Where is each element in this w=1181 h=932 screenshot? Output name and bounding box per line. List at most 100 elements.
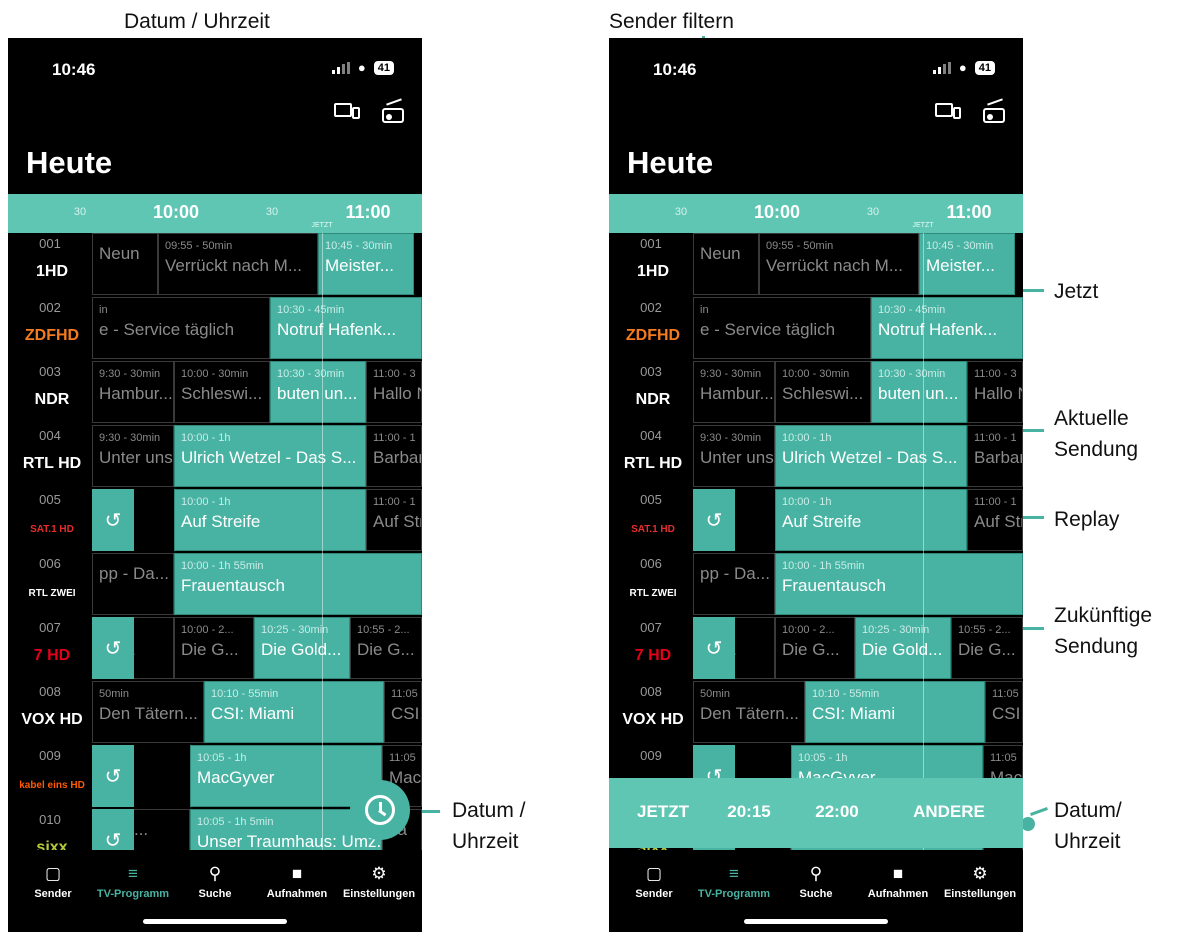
quick-2200-button[interactable]: 22:00 (815, 802, 858, 822)
program-cell[interactable]: 10:55 - 2... Die G... (350, 617, 422, 679)
nav-item-suche[interactable]: ⚲ Suche (174, 864, 256, 900)
devices-icon[interactable] (334, 101, 360, 121)
channel-logo: RTL HD (18, 449, 86, 475)
program-cell[interactable]: 10:00 - 2... Die G... (174, 617, 254, 679)
page-title[interactable]: Heute (627, 145, 713, 181)
program-cell[interactable]: 10:00 - 30min Schleswi... (775, 361, 871, 423)
quick-other-button[interactable]: ANDERE (913, 802, 985, 822)
program-cell[interactable]: 10:55 - 2... Die G... (951, 617, 1023, 679)
replay-icon[interactable]: ↺ (693, 489, 735, 551)
program-cell[interactable]: 10:00 - 1h Ulrich Wetzel - Das S... (775, 425, 967, 487)
program-cell[interactable]: 10:00 - 1h Auf Streife (775, 489, 967, 551)
list-icon: ≡ (128, 864, 138, 883)
nav-item-sender[interactable]: ▢ Sender (12, 864, 94, 900)
program-cell[interactable]: 11:00 - 1 Barbar (967, 425, 1023, 487)
channel-cell[interactable]: 001 1HD (8, 233, 92, 297)
program-cell[interactable]: 10:00 - 2... Die G... (775, 617, 855, 679)
channel-cell[interactable]: 009 kabel eins HD (8, 745, 92, 809)
channel-number: 002 (39, 300, 61, 315)
program-cell[interactable]: Neun (693, 233, 759, 295)
channel-cell[interactable]: 008 VOX HD (609, 681, 693, 745)
channel-cell[interactable]: 008 VOX HD (8, 681, 92, 745)
home-indicator (744, 919, 888, 924)
channel-cell[interactable]: 005 SAT.1 HD (8, 489, 92, 553)
program-cell[interactable]: 11:00 - 3 Hallo N (366, 361, 422, 423)
replay-icon[interactable]: ↺ (92, 489, 134, 551)
program-cell[interactable]: 10:30 - 30min buten un... (270, 361, 366, 423)
annotation-replay: Replay (1054, 508, 1120, 531)
page-title[interactable]: Heute (26, 145, 112, 181)
program-cell[interactable]: pp - Da... (693, 553, 775, 615)
channel-cell[interactable]: 004 RTL HD (8, 425, 92, 489)
channel-cell[interactable]: 006 RTL ZWEI (609, 553, 693, 617)
nav-item-aufnahmen[interactable]: ■ Aufnahmen (256, 864, 338, 900)
program-cell[interactable]: 10:00 - 1h 55min Frauentausch (174, 553, 422, 615)
channel-cell[interactable]: 005 SAT.1 HD (609, 489, 693, 553)
program-cell[interactable]: in e - Service täglich (92, 297, 270, 359)
radio-icon[interactable] (382, 98, 404, 123)
replay-icon[interactable]: ↺ (92, 617, 134, 679)
nav-item-tv-programm[interactable]: ≡ TV-Programm (92, 864, 174, 900)
program-time: 10:00 - 1h (181, 496, 231, 508)
program-cell[interactable]: 10:00 - 1h 55min Frauentausch (775, 553, 1023, 615)
replay-icon[interactable]: ↺ (92, 745, 134, 807)
program-cell[interactable]: 10:00 - 30min Schleswi... (174, 361, 270, 423)
devices-icon[interactable] (935, 101, 961, 121)
nav-item-aufnahmen[interactable]: ■ Aufnahmen (857, 864, 939, 900)
channel-cell[interactable]: 007 7 HD (609, 617, 693, 681)
program-cell[interactable]: Neun (92, 233, 158, 295)
program-cell[interactable]: 09:55 - 50min Verrückt nach M... (759, 233, 919, 295)
program-cell[interactable]: 11:00 - 1 Barbar (366, 425, 422, 487)
program-cell[interactable]: 11:05 CSI: (384, 681, 422, 743)
program-cell[interactable]: 10:30 - 45min Notruf Hafenk... (871, 297, 1023, 359)
program-cell[interactable]: in e - Service täglich (693, 297, 871, 359)
date-time-fab-button[interactable] (350, 780, 410, 840)
program-cell[interactable]: 50min Den Tätern... (92, 681, 204, 743)
program-cell[interactable]: 10:25 - 30min Die Gold... (254, 617, 350, 679)
program-cell[interactable]: 9:30 - 30min Unter uns (92, 425, 174, 487)
program-cell[interactable]: 10:00 - 1h Ulrich Wetzel - Das S... (174, 425, 366, 487)
timeline-bar[interactable]: 30 10:00 30 11:00 JETZT (609, 194, 1023, 233)
nav-item-sender[interactable]: ▢ Sender (613, 864, 695, 900)
channel-row: in e - Service täglich 10:30 - 45min Notruf… (609, 297, 1023, 361)
channel-row: pp - Da... 10:00 - 1h 55min Frauentausch 00… (609, 553, 1023, 617)
channel-row: in e - Service täglich 10:30 - 45min Notruf… (8, 297, 422, 361)
nav-item-tv-programm[interactable]: ≡ TV-Programm (693, 864, 775, 900)
quick-2015-button[interactable]: 20:15 (727, 802, 770, 822)
program-cell[interactable]: 10:25 - 30min Die Gold... (855, 617, 951, 679)
program-cell[interactable]: 10:30 - 30min buten un... (871, 361, 967, 423)
program-cell[interactable]: 9:30 - 30min Hambur... (693, 361, 775, 423)
channel-cell[interactable]: 002 ZDFHD (8, 297, 92, 361)
timeline-bar[interactable]: 30 10:00 30 11:00 JETZT (8, 194, 422, 233)
program-cell[interactable]: 10:00 - 1h Auf Streife (174, 489, 366, 551)
program-cell[interactable]: 09:55 - 50min Verrückt nach M... (158, 233, 318, 295)
radio-icon[interactable] (983, 98, 1005, 123)
program-cell[interactable]: 11:00 - 3 Hallo N (967, 361, 1023, 423)
program-cell[interactable]: 50min Den Tätern... (693, 681, 805, 743)
channel-cell[interactable]: 006 RTL ZWEI (8, 553, 92, 617)
program-time: 10:00 - 30min (782, 368, 850, 380)
replay-icon[interactable]: ↺ (693, 617, 735, 679)
channel-cell[interactable]: 002 ZDFHD (609, 297, 693, 361)
program-cell[interactable]: pp - Da... (92, 553, 174, 615)
program-cell[interactable]: 11:00 - 1 Auf Str (366, 489, 422, 551)
program-cell[interactable]: 9:30 - 30min Hambur... (92, 361, 174, 423)
nav-item-suche[interactable]: ⚲ Suche (775, 864, 857, 900)
program-cell[interactable]: 10:10 - 55min CSI: Miami (204, 681, 384, 743)
channel-cell[interactable]: 003 NDR (609, 361, 693, 425)
channel-cell[interactable]: 007 7 HD (8, 617, 92, 681)
program-cell[interactable]: 10:30 - 45min Notruf Hafenk... (270, 297, 422, 359)
quick-now-button[interactable]: JETZT (637, 802, 689, 822)
program-cell[interactable]: 9:30 - 30min Unter uns (693, 425, 775, 487)
program-cell[interactable]: 10:10 - 55min CSI: Miami (805, 681, 985, 743)
program-cell[interactable]: 11:05 CSI: (985, 681, 1023, 743)
channel-cell[interactable]: 001 1HD (609, 233, 693, 297)
program-cell[interactable]: 11:00 - 1 Auf Str (967, 489, 1023, 551)
program-cell[interactable]: 10:45 - 30min Meister... (919, 233, 1015, 295)
channel-cell[interactable]: 004 RTL HD (609, 425, 693, 489)
program-title: Frauentausch (782, 576, 886, 595)
nav-item-einstellungen[interactable]: ⚙ Einstellungen (338, 864, 420, 900)
channel-cell[interactable]: 003 NDR (8, 361, 92, 425)
nav-item-einstellungen[interactable]: ⚙ Einstellungen (939, 864, 1021, 900)
program-cell[interactable]: 10:45 - 30min Meister... (318, 233, 414, 295)
